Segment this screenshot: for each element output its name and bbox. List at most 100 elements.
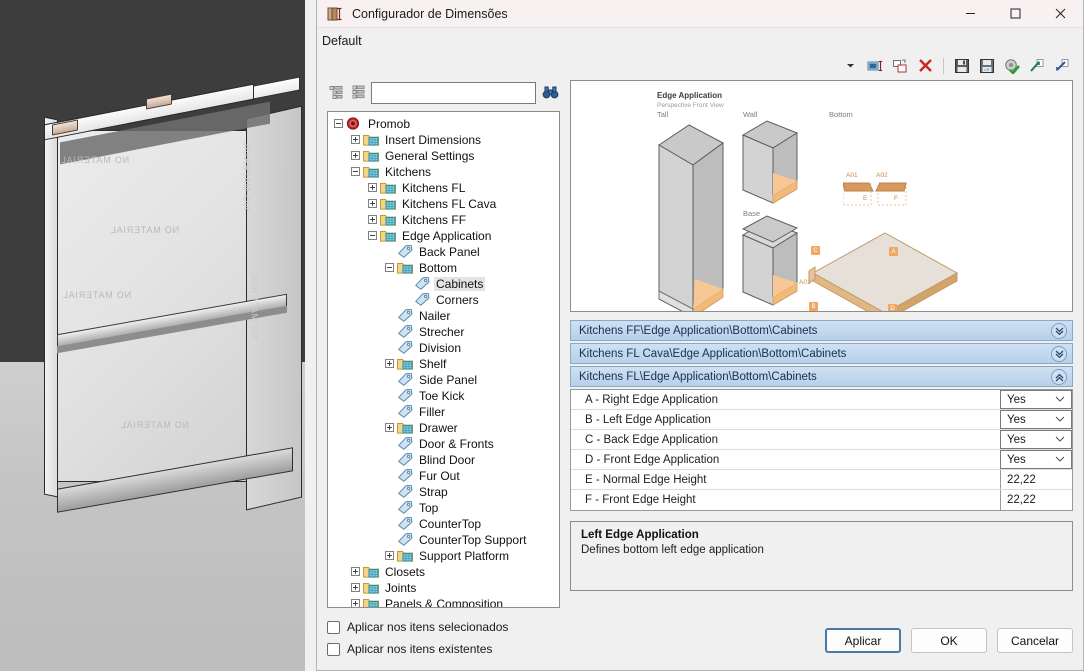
chevron-down-icon[interactable] [1055, 414, 1065, 425]
collapse-icon[interactable] [351, 167, 360, 177]
save-as-icon[interactable]: => [976, 55, 998, 76]
maximize-button[interactable] [993, 0, 1038, 28]
tree-item-blind-door[interactable]: Blind Door [328, 452, 559, 468]
tree-item-side-panel[interactable]: Side Panel [328, 372, 559, 388]
tree-item-closets[interactable]: Closets [328, 564, 559, 580]
tree-item-back-panel[interactable]: Back Panel [328, 244, 559, 260]
chevron-down-icon[interactable] [1051, 323, 1067, 339]
tree-item-top[interactable]: Top [328, 500, 559, 516]
chevron-down-icon[interactable] [1055, 434, 1065, 445]
expand-icon[interactable] [368, 199, 377, 209]
expand-all-icon[interactable] [349, 83, 367, 103]
tree-item-door-fronts[interactable]: Door & Fronts [328, 436, 559, 452]
property-value-dropdown[interactable]: Yes [1000, 430, 1072, 449]
tree-item-kitchens-ff[interactable]: Kitchens FF [328, 212, 559, 228]
rename-icon[interactable] [864, 55, 886, 76]
material-watermark: NO MATERIAL [120, 420, 190, 430]
expand-icon[interactable] [351, 151, 360, 161]
window-titlebar[interactable]: Configurador de Dimensões [317, 0, 1083, 28]
save-icon[interactable] [951, 55, 973, 76]
property-value-field[interactable]: 22,22 [1000, 490, 1072, 510]
collapse-all-icon[interactable] [327, 83, 345, 103]
property-value-dropdown[interactable]: Yes [1000, 410, 1072, 429]
tree-item-support-platform[interactable]: Support Platform [328, 548, 559, 564]
property-value-field[interactable]: 22,22 [1000, 470, 1072, 489]
tree-item-strecher[interactable]: Strecher [328, 324, 559, 340]
tree-item-kitchens-fl[interactable]: Kitchens FL [328, 180, 559, 196]
tree-item-bottom[interactable]: Bottom [328, 260, 559, 276]
tree-item-label: Shelf [419, 356, 447, 371]
expand-icon[interactable] [385, 359, 394, 369]
minimize-button[interactable] [948, 0, 993, 28]
tree-item-label: Bottom [419, 260, 458, 275]
tree-item-joints[interactable]: Joints [328, 580, 559, 596]
property-group-header[interactable]: Kitchens FF\Edge Application\Bottom\Cabi… [570, 320, 1073, 341]
tree-item-label: Side Panel [419, 372, 478, 387]
property-value: Yes [1007, 433, 1026, 446]
chevron-down-icon[interactable] [839, 55, 861, 76]
ok-button[interactable]: OK [911, 628, 987, 653]
dialog-body: Promob Insert Dimensions General Settings K… [317, 78, 1083, 608]
expand-icon[interactable] [351, 599, 360, 607]
collapse-icon[interactable] [368, 231, 377, 241]
settings-tree[interactable]: Promob Insert Dimensions General Settings K… [327, 110, 560, 608]
tree-item-kitchens[interactable]: Kitchens [328, 164, 559, 180]
dialog-toolbar: => [317, 53, 1083, 78]
close-button[interactable] [1038, 0, 1083, 28]
import-icon[interactable] [1051, 55, 1073, 76]
material-watermark: NO MATERIAL [110, 225, 180, 235]
collapse-icon[interactable] [334, 119, 343, 129]
apply-button[interactable]: Aplicar [825, 628, 901, 653]
collapse-icon[interactable] [385, 263, 394, 273]
binoculars-icon[interactable] [540, 82, 560, 104]
folder-icon [397, 261, 413, 275]
base-cabinet-illustration [741, 215, 799, 306]
property-value-dropdown[interactable]: Yes [1000, 450, 1072, 469]
chevron-down-icon[interactable] [1055, 454, 1065, 465]
folder-icon [380, 197, 396, 211]
tree-item-corners[interactable]: Corners [328, 292, 559, 308]
tree-item-promob[interactable]: Promob [328, 116, 559, 132]
expand-icon[interactable] [351, 135, 360, 145]
tree-item-insert-dimensions[interactable]: Insert Dimensions [328, 132, 559, 148]
apply-selected-checkbox[interactable] [327, 620, 340, 634]
property-group-header[interactable]: Kitchens FL Cava\Edge Application\Bottom… [570, 343, 1073, 364]
tree-item-drawer[interactable]: Drawer [328, 420, 559, 436]
search-input[interactable] [371, 81, 537, 104]
expand-icon[interactable] [368, 183, 377, 193]
expand-icon[interactable] [385, 423, 394, 433]
folder-icon [363, 133, 379, 147]
checkbox-row-selected-items[interactable]: Aplicar nos itens selecionados [327, 616, 825, 638]
tree-item-countertop[interactable]: CounterTop [328, 516, 559, 532]
chevron-up-icon[interactable] [1051, 369, 1067, 385]
tree-item-kitchens-fl-cava[interactable]: Kitchens FL Cava [328, 196, 559, 212]
expand-icon[interactable] [385, 551, 394, 561]
tree-item-division[interactable]: Division [328, 340, 559, 356]
tree-item-edge-application[interactable]: Edge Application [328, 228, 559, 244]
tree-item-fur-out[interactable]: Fur Out [328, 468, 559, 484]
expand-icon[interactable] [368, 215, 377, 225]
apply-settings-icon[interactable] [1001, 55, 1023, 76]
tree-item-cabinets[interactable]: Cabinets [328, 276, 559, 292]
expand-icon[interactable] [351, 583, 360, 593]
property-value: Yes [1007, 453, 1026, 466]
export-icon[interactable] [1026, 55, 1048, 76]
cancel-button[interactable]: Cancelar [997, 628, 1073, 653]
copy-icon[interactable] [889, 55, 911, 76]
tree-item-filler[interactable]: Filler [328, 404, 559, 420]
tree-item-nailer[interactable]: Nailer [328, 308, 559, 324]
tree-item-shelf[interactable]: Shelf [328, 356, 559, 372]
tree-item-general-settings[interactable]: General Settings [328, 148, 559, 164]
expand-icon[interactable] [351, 567, 360, 577]
tree-item-panels-composition[interactable]: Panels & Composition [328, 596, 559, 607]
delete-icon[interactable] [914, 55, 936, 76]
tree-item-countertop-support[interactable]: CounterTop Support [328, 532, 559, 548]
chevron-down-icon[interactable] [1051, 346, 1067, 362]
checkbox-row-existing-items[interactable]: Aplicar nos itens existentes [327, 638, 825, 660]
property-group-header[interactable]: Kitchens FL\Edge Application\Bottom\Cabi… [570, 366, 1073, 387]
chevron-down-icon[interactable] [1055, 394, 1065, 405]
tree-item-toe-kick[interactable]: Toe Kick [328, 388, 559, 404]
tree-item-strap[interactable]: Strap [328, 484, 559, 500]
apply-existing-checkbox[interactable] [327, 642, 340, 656]
property-value-dropdown[interactable]: Yes [1000, 390, 1072, 409]
